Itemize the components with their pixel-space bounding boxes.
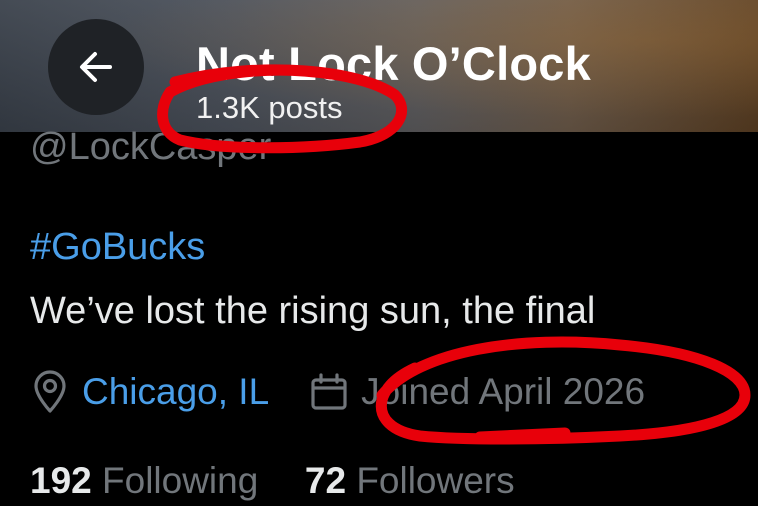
- posts-count: 1.3K posts: [196, 90, 343, 125]
- profile-location-link[interactable]: Chicago, IL: [82, 371, 269, 413]
- arrow-left-icon: [80, 52, 112, 82]
- calendar-icon: [311, 373, 347, 410]
- following-link[interactable]: 192 Following: [30, 460, 269, 501]
- followers-label: Followers: [356, 460, 515, 501]
- back-button[interactable]: [48, 19, 144, 115]
- profile-bio: We’ve lost the rising sun, the final: [30, 290, 596, 332]
- profile-joined-date: Joined April 2026: [361, 371, 646, 412]
- following-count: 192: [30, 460, 92, 501]
- following-label: Following: [102, 460, 259, 501]
- profile-meta-row: Chicago, IL Joined April 2026: [30, 370, 645, 414]
- map-pin-icon: [34, 370, 66, 413]
- bio-hashtag-link[interactable]: #GoBucks: [30, 226, 205, 269]
- followers-link[interactable]: 72 Followers: [305, 460, 515, 501]
- followers-count: 72: [304, 460, 347, 501]
- profile-handle: @LockCasper: [30, 126, 272, 168]
- profile-display-name: Not Lock O’Clock: [196, 37, 591, 90]
- follow-stats: 192 Following 72 Followers: [30, 460, 515, 502]
